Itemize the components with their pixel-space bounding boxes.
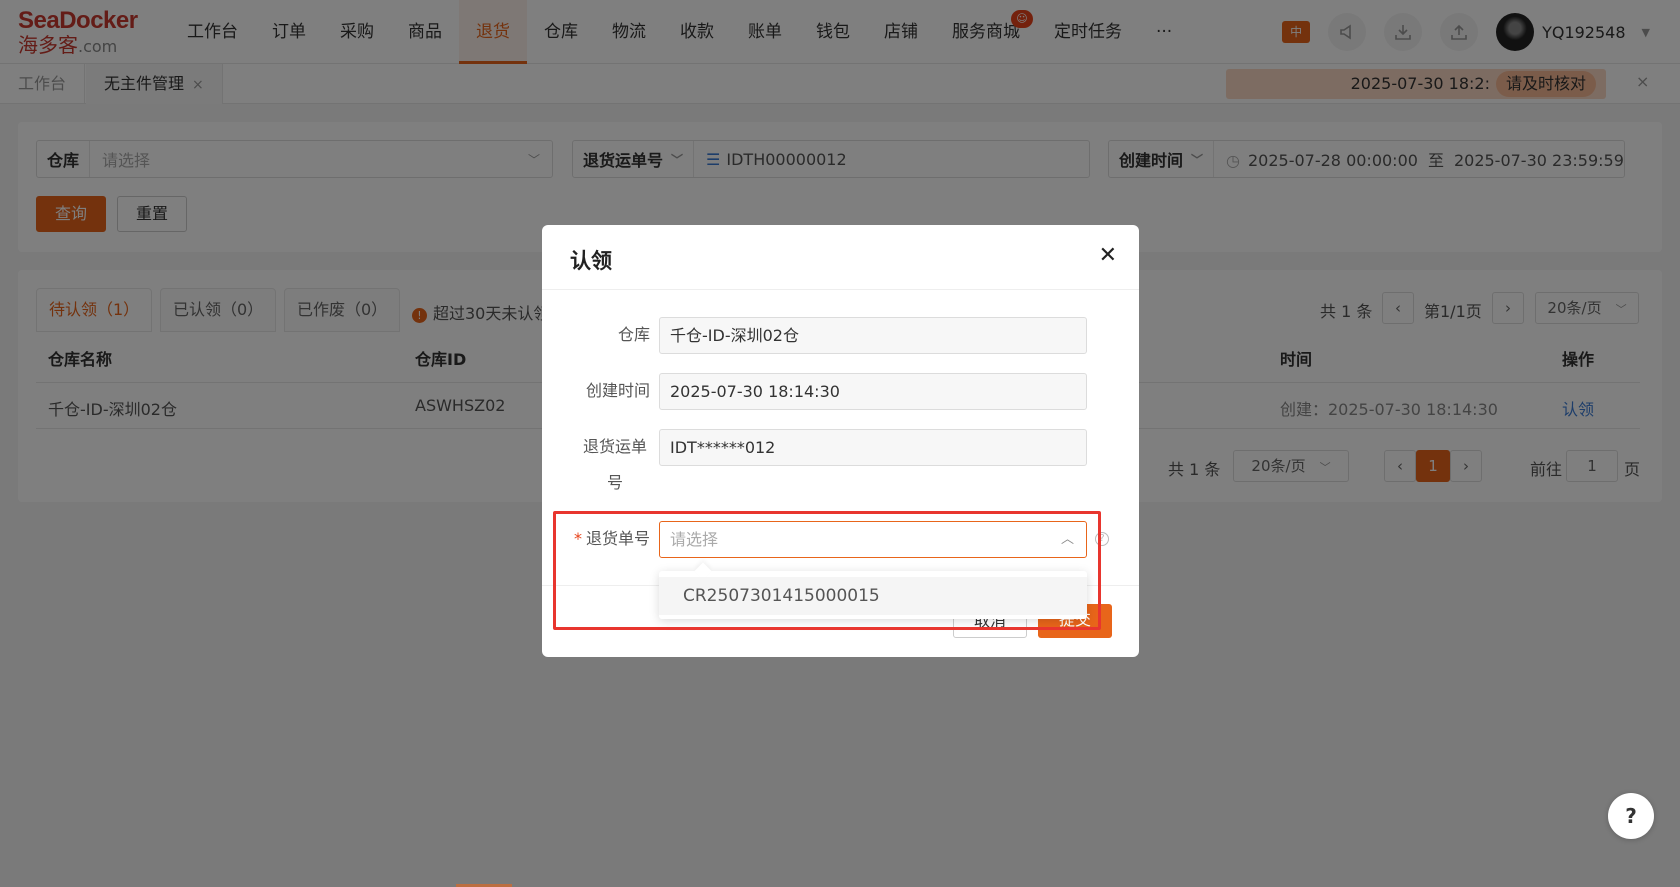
- warehouse-field: 千仓-ID-深圳02仓: [659, 317, 1087, 354]
- divider: [542, 289, 1139, 290]
- help-button[interactable]: ?: [1608, 793, 1654, 839]
- dialog-title: 认领: [570, 249, 612, 273]
- field-label-return-waybill: 退货运单号: [542, 429, 650, 501]
- field-label-created-time: 创建时间: [585, 381, 650, 400]
- highlight-box: [553, 511, 1101, 630]
- field-label-warehouse: 仓库: [617, 325, 650, 344]
- created-time-field: 2025-07-30 18:14:30: [659, 373, 1087, 410]
- return-waybill-field: IDT******012: [659, 429, 1087, 466]
- close-icon[interactable]: ✕: [1099, 243, 1117, 268]
- field-label-return-waybill-text: 退货运单号: [582, 437, 647, 492]
